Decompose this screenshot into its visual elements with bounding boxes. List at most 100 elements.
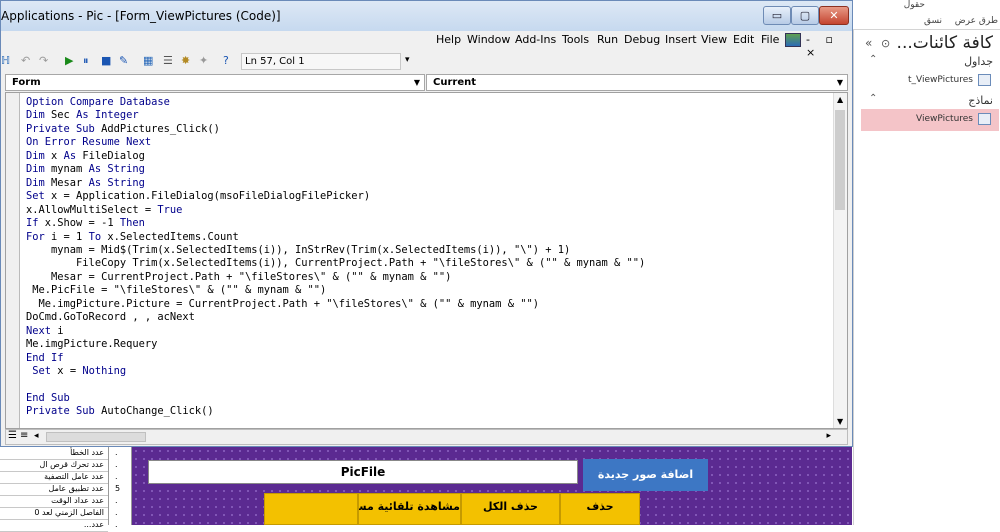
property-value: .: [115, 460, 118, 469]
minimize-button[interactable]: ▭: [763, 6, 791, 25]
nav-item-table[interactable]: t_ViewPictures: [861, 70, 999, 92]
properties-icon[interactable]: ☰: [163, 54, 173, 67]
scroll-down-icon: ▼: [837, 417, 844, 426]
code-line[interactable]: Set x = Nothing: [26, 365, 831, 378]
help-icon[interactable]: ?: [223, 54, 229, 67]
break-icon[interactable]: ⏸: [83, 54, 89, 68]
code-line[interactable]: On Error Resume Next: [26, 136, 831, 149]
cursor-position: Ln 57, Col 1: [241, 53, 401, 70]
property-row[interactable]: عدد...: [0, 519, 108, 532]
menu-bar: Help Window Add-Ins Tools Run Debug Inse…: [1, 31, 852, 59]
dropdown-icon[interactable]: ⊙: [881, 37, 890, 50]
property-value: .: [115, 508, 118, 517]
code-line[interactable]: Private Sub AddPictures_Click(): [26, 123, 831, 136]
full-module-view-icon[interactable]: ≡: [20, 430, 28, 441]
delete-button[interactable]: حذف: [560, 493, 640, 525]
chevron-up-icon: ⌃: [869, 93, 878, 104]
reset-icon[interactable]: ■: [101, 54, 111, 67]
menu-edit[interactable]: Edit: [733, 33, 754, 46]
procedure-combo[interactable]: Current ▼: [426, 74, 848, 91]
table-icon: [978, 74, 991, 86]
code-line[interactable]: Mesar = CurrentProject.Path + "\fileStor…: [26, 271, 831, 284]
code-line[interactable]: End If: [26, 352, 831, 365]
code-line[interactable]: Option Compare Database: [26, 96, 831, 109]
code-line[interactable]: Dim Mesar As String: [26, 177, 831, 190]
menu-file[interactable]: File: [761, 33, 779, 46]
procedure-view-icon[interactable]: ☰: [8, 430, 17, 441]
window-title: Applications - Pic - [Form_ViewPictures …: [1, 9, 281, 23]
ribbon-format-label: نسق: [923, 16, 942, 26]
object-browser-icon[interactable]: ✸: [181, 54, 190, 67]
code-line[interactable]: Set x = Application.FileDialog(msoFileDi…: [26, 190, 831, 203]
code-line[interactable]: x.AllowMultiSelect = True: [26, 204, 831, 217]
undo-icon[interactable]: ↶: [21, 54, 30, 67]
vertical-scrollbar[interactable]: ▲ ▼: [833, 93, 847, 428]
code-line[interactable]: mynam = Mid$(Trim(x.SelectedItems(i)), I…: [26, 244, 831, 257]
scroll-thumb: [46, 432, 146, 442]
picfile-textbox[interactable]: PicFile: [148, 460, 578, 484]
restore-button[interactable]: ▢: [791, 6, 819, 25]
ribbon-strip: طرق عرض نسق حقول: [853, 0, 1000, 30]
design-mode-icon[interactable]: ✎: [119, 54, 128, 67]
nav-group-forms[interactable]: ⌃ نماذج: [861, 92, 999, 110]
vba-project-icon[interactable]: [785, 33, 801, 47]
object-combo[interactable]: Form ▼: [5, 74, 425, 91]
property-values: ... 5...: [108, 447, 132, 529]
toolbox-icon[interactable]: ✦: [199, 54, 208, 67]
margin-indicator-bar[interactable]: [6, 93, 20, 428]
toolbar-overflow-icon[interactable]: ▾: [405, 55, 410, 65]
dropdown-arrow-icon: ▼: [413, 78, 420, 87]
code-line[interactable]: Dim Sec As Integer: [26, 109, 831, 122]
form-button-blank[interactable]: [264, 493, 358, 525]
chevron-up-icon: ⌃: [869, 54, 878, 65]
scroll-left-icon: ◂: [34, 431, 39, 441]
delete-all-button[interactable]: حذف الكل: [461, 493, 560, 525]
code-line[interactable]: Me.imgPicture.Picture = CurrentProject.P…: [26, 298, 831, 311]
code-editor[interactable]: Option Compare Database Dim Sec As Intege…: [5, 92, 848, 429]
mdi-controls[interactable]: - ▫ ×: [806, 33, 852, 59]
code-line[interactable]: If x.Show = -1 Then: [26, 217, 831, 230]
menu-tools[interactable]: Tools: [562, 33, 589, 46]
menu-insert[interactable]: Insert: [665, 33, 697, 46]
scroll-thumb: [835, 110, 845, 210]
scroll-up-icon: ▲: [837, 95, 844, 104]
code-line[interactable]: Dim mynam As String: [26, 163, 831, 176]
code-line[interactable]: Private Sub AutoChange_Click(): [26, 405, 831, 418]
code-line[interactable]: For i = 1 To x.SelectedItems.Count: [26, 231, 831, 244]
code-line[interactable]: DoCmd.GoToRecord , , acNext: [26, 311, 831, 324]
table-icon[interactable]: ℍ: [1, 54, 10, 67]
property-value: .: [115, 472, 118, 481]
code-text[interactable]: Option Compare Database Dim Sec As Intege…: [26, 96, 831, 426]
ribbon-views-label: طرق عرض: [954, 16, 998, 26]
add-pictures-button[interactable]: اضافة صور جديدة: [583, 459, 708, 491]
code-line[interactable]: Dim x As FileDialog: [26, 150, 831, 163]
code-line[interactable]: End Sub: [26, 392, 831, 405]
code-line[interactable]: Me.PicFile = "\fileStores\" & ("" & myna…: [26, 284, 831, 297]
close-button[interactable]: ✕: [819, 6, 849, 25]
property-value: .: [115, 520, 118, 529]
nav-header[interactable]: « ⊙ كافة كائنات...: [861, 33, 999, 55]
code-line[interactable]: [26, 379, 831, 392]
horizontal-scrollbar[interactable]: ☰ ≡ ◂ ▸: [5, 429, 848, 445]
menu-help[interactable]: Help: [436, 33, 461, 46]
menu-run[interactable]: Run: [597, 33, 618, 46]
auto-view-button[interactable]: مشاهدة تلقائية مستمر: [358, 493, 461, 525]
project-explorer-icon[interactable]: ▦: [143, 54, 153, 67]
nav-title: كافة كائنات...: [896, 33, 993, 53]
property-value: .: [115, 496, 118, 505]
code-line[interactable]: FileCopy Trim(x.SelectedItems(i)), Curre…: [26, 257, 831, 270]
ribbon-fields-label: حقول: [903, 0, 925, 10]
collapse-icon[interactable]: «: [865, 36, 872, 50]
code-line[interactable]: Me.imgPicture.Requery: [26, 338, 831, 351]
menu-debug[interactable]: Debug: [624, 33, 660, 46]
property-value: .: [115, 448, 118, 457]
menu-window[interactable]: Window: [467, 33, 510, 46]
redo-icon[interactable]: ↷: [39, 54, 48, 67]
nav-item-form[interactable]: ViewPictures: [861, 109, 999, 131]
nav-group-tables[interactable]: ⌃ جداول: [861, 53, 999, 71]
menu-view[interactable]: View: [701, 33, 727, 46]
menu-addins[interactable]: Add-Ins: [515, 33, 556, 46]
title-bar[interactable]: Applications - Pic - [Form_ViewPictures …: [1, 1, 852, 31]
run-icon[interactable]: ▶: [65, 54, 73, 67]
code-line[interactable]: Next i: [26, 325, 831, 338]
